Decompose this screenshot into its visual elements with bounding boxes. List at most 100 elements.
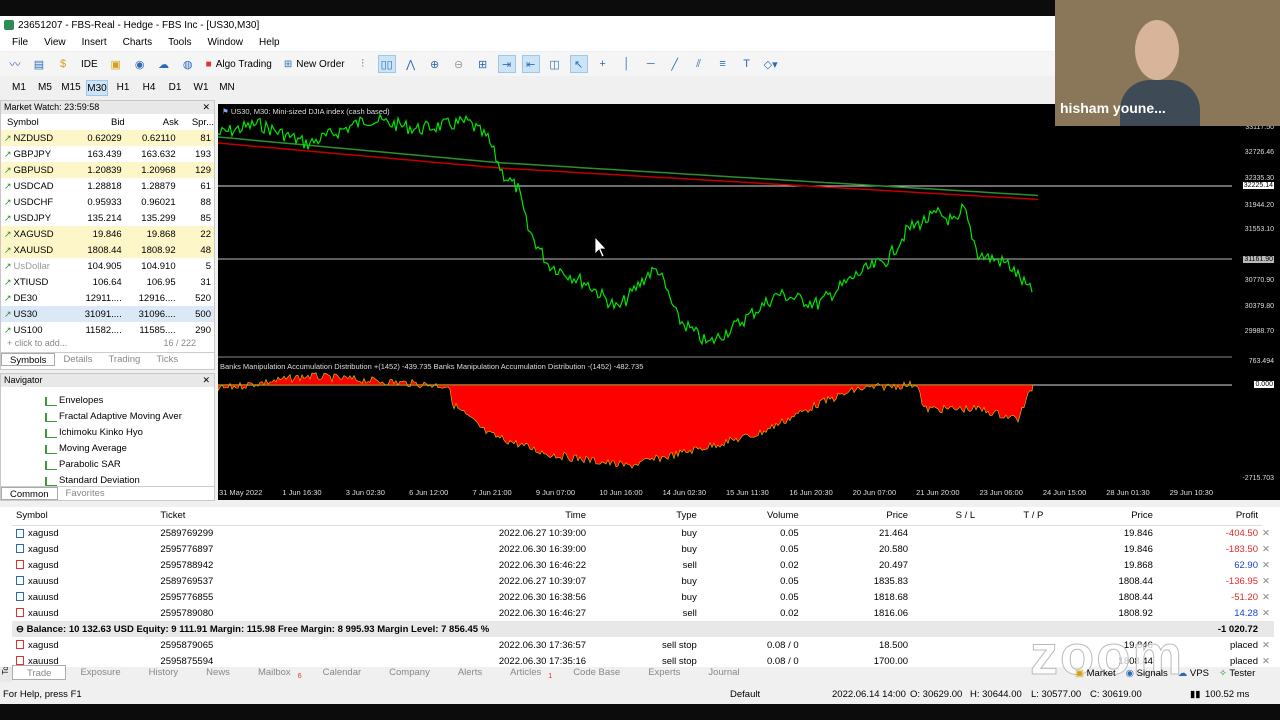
close-position-icon[interactable]: ✕ — [1262, 525, 1274, 541]
crosshair-icon[interactable]: + — [594, 55, 612, 73]
col-price[interactable]: Price — [802, 507, 913, 526]
position-row[interactable]: xauusd 2595776855 2022.06.30 16:38:56 buy 0.… — [12, 589, 1274, 605]
nav-item-fractal-ama[interactable]: Fractal Adaptive Moving Aver — [45, 409, 214, 425]
screenshot-icon[interactable]: ◫ — [546, 55, 564, 73]
timeframe-d1[interactable]: D1 — [164, 80, 186, 96]
tab-news[interactable]: News — [192, 665, 244, 680]
algo-trading-button[interactable]: ■ Algo Trading — [203, 55, 275, 73]
chart-type-icon[interactable]: 〰 — [6, 55, 24, 73]
market-watch-row[interactable]: ↗ USDCAD 1.28818 1.28879 61 — [1, 178, 214, 194]
add-symbol-row[interactable]: + click to add... 16 / 222 — [1, 338, 214, 352]
col-tp[interactable]: T / P — [979, 507, 1048, 526]
col-current-price[interactable]: Price — [1047, 507, 1157, 526]
col-sl[interactable]: S / L — [912, 507, 980, 526]
timeframe-h4[interactable]: H4 — [138, 80, 160, 96]
timeframe-m30[interactable]: M30 — [86, 80, 108, 96]
nav-item-moving-average[interactable]: Moving Average — [45, 441, 214, 457]
menu-view[interactable]: View — [36, 37, 74, 48]
autoscroll-icon[interactable]: ⇥ — [497, 55, 516, 73]
tab-symbols[interactable]: Symbols — [1, 353, 56, 366]
close-position-icon[interactable]: ✕ — [1262, 573, 1274, 589]
tab-code-base[interactable]: Code Base — [559, 665, 634, 680]
close-position-icon[interactable]: ✕ — [1262, 557, 1274, 573]
market-watch-row[interactable]: ↗ USDJPY 135.214 135.299 85 — [1, 210, 214, 226]
tab-trading[interactable]: Trading — [100, 353, 148, 366]
market-watch-icon[interactable]: $ — [54, 55, 72, 73]
position-row[interactable]: xauusd 2589769537 2022.06.27 10:39:07 buy 0.… — [12, 573, 1274, 589]
menu-help[interactable]: Help — [251, 37, 288, 48]
collapse-icon[interactable]: ⊖ — [16, 624, 27, 635]
zoom-in-icon[interactable]: ⊕ — [426, 55, 444, 73]
bar-chart-icon[interactable]: ⫶ — [354, 55, 372, 73]
nav-item-parabolic-sar[interactable]: Parabolic SAR — [45, 457, 214, 473]
position-row[interactable]: xagusd 2595776897 2022.06.30 16:39:00 buy 0.… — [12, 541, 1274, 557]
zoom-out-icon[interactable]: ⊖ — [450, 55, 468, 73]
horizontal-line-icon[interactable]: ─ — [642, 55, 660, 73]
col-ask[interactable]: Ask — [125, 114, 179, 130]
vps-link[interactable]: ☁ VPS — [1178, 668, 1209, 679]
market-link[interactable]: ▣ Market — [1075, 668, 1116, 679]
tab-exposure[interactable]: Exposure — [66, 665, 134, 680]
col-profit[interactable]: Profit — [1156, 507, 1262, 526]
col-spread[interactable]: Spr... — [179, 114, 214, 130]
position-row[interactable]: xagusd 2589769299 2022.06.27 10:39:00 buy 0.… — [12, 525, 1274, 541]
delete-order-icon[interactable]: ✕ — [1262, 653, 1274, 669]
tab-alerts[interactable]: Alerts — [444, 665, 496, 680]
market-watch-row[interactable]: ↗ NZDUSD 0.62029 0.62110 81 — [1, 130, 214, 146]
status-profile[interactable]: Default — [730, 689, 760, 700]
close-position-icon[interactable]: ✕ — [1262, 589, 1274, 605]
timeframe-m5[interactable]: M5 — [34, 80, 56, 96]
market-watch-row[interactable]: ↗ XTIUSD 106.64 106.95 31 — [1, 274, 214, 290]
new-order-button[interactable]: ⊞ New Order — [281, 55, 348, 73]
position-row[interactable]: xauusd 2595789080 2022.06.30 16:46:27 sell 0… — [12, 605, 1274, 621]
tab-company[interactable]: Company — [375, 665, 444, 680]
tab-common[interactable]: Common — [1, 487, 58, 500]
market-watch-row[interactable]: ↗ XAGUSD 19.846 19.868 22 — [1, 226, 214, 242]
text-icon[interactable]: T — [738, 55, 756, 73]
market-watch-row[interactable]: ↗ USDCHF 0.95933 0.96021 88 — [1, 194, 214, 210]
vertical-line-icon[interactable]: │ — [618, 55, 636, 73]
globe-icon[interactable]: ◍ — [179, 55, 197, 73]
col-bid[interactable]: Bid — [71, 114, 125, 130]
signals-link[interactable]: ◉ Signals — [1126, 668, 1168, 679]
bag-icon[interactable]: ▣ — [107, 55, 125, 73]
tab-ticks[interactable]: Ticks — [148, 353, 186, 366]
market-watch-row[interactable]: ↗ XAUUSD 1808.44 1808.92 48 — [1, 242, 214, 258]
tab-articles[interactable]: Articles 1 — [496, 665, 559, 680]
timeframe-w1[interactable]: W1 — [190, 80, 212, 96]
nav-item-ichimoku[interactable]: Ichimoku Kinko Hyo — [45, 425, 214, 441]
signal-icon[interactable]: ◉ — [131, 55, 149, 73]
menu-file[interactable]: File — [4, 37, 36, 48]
tab-favorites[interactable]: Favorites — [58, 487, 113, 500]
market-watch-row[interactable]: ↗ US30 31091.... 31096.... 500 — [1, 306, 214, 322]
position-row[interactable]: xagusd 2595788942 2022.06.30 16:46:22 sell 0… — [12, 557, 1274, 573]
fibo-icon[interactable]: ≡ — [714, 55, 732, 73]
delete-order-icon[interactable]: ✕ — [1262, 637, 1274, 653]
ide-button[interactable]: IDE — [78, 55, 101, 73]
market-watch-row[interactable]: ↗ GBPJPY 163.439 163.632 193 — [1, 146, 214, 162]
tester-link[interactable]: ✧ Tester — [1219, 668, 1255, 679]
menu-charts[interactable]: Charts — [115, 37, 160, 48]
menu-tools[interactable]: Tools — [160, 37, 199, 48]
menu-insert[interactable]: Insert — [74, 37, 115, 48]
menu-window[interactable]: Window — [199, 37, 251, 48]
tab-mailbox[interactable]: Mailbox 6 — [244, 665, 309, 680]
cursor-icon[interactable]: ↖ — [569, 55, 588, 73]
line-chart-icon[interactable]: ⋀ — [402, 55, 420, 73]
shapes-icon[interactable]: ◇▾ — [762, 55, 780, 73]
price-chart[interactable]: ⚑ US30, M30: Mini-sized DJIA index (cash… — [218, 104, 1232, 500]
col-ticket[interactable]: Ticket — [156, 507, 330, 526]
grid-icon[interactable]: ⊞ — [474, 55, 492, 73]
col-time[interactable]: Time — [329, 507, 591, 526]
candles-icon[interactable]: ▯▯ — [377, 55, 396, 73]
tab-journal[interactable]: Journal — [694, 665, 753, 680]
close-icon[interactable]: ✕ — [202, 374, 210, 387]
col-type[interactable]: Type — [590, 507, 701, 526]
tab-calendar[interactable]: Calendar — [309, 665, 376, 680]
timeframe-m15[interactable]: M15 — [60, 80, 82, 96]
tab-experts[interactable]: Experts — [634, 665, 694, 680]
tab-details[interactable]: Details — [55, 353, 100, 366]
channel-icon[interactable]: ⫽ — [690, 55, 708, 73]
tab-trade[interactable]: Trade — [12, 665, 67, 680]
market-watch-row[interactable]: ↗ GBPUSD 1.20839 1.20968 129 — [1, 162, 214, 178]
